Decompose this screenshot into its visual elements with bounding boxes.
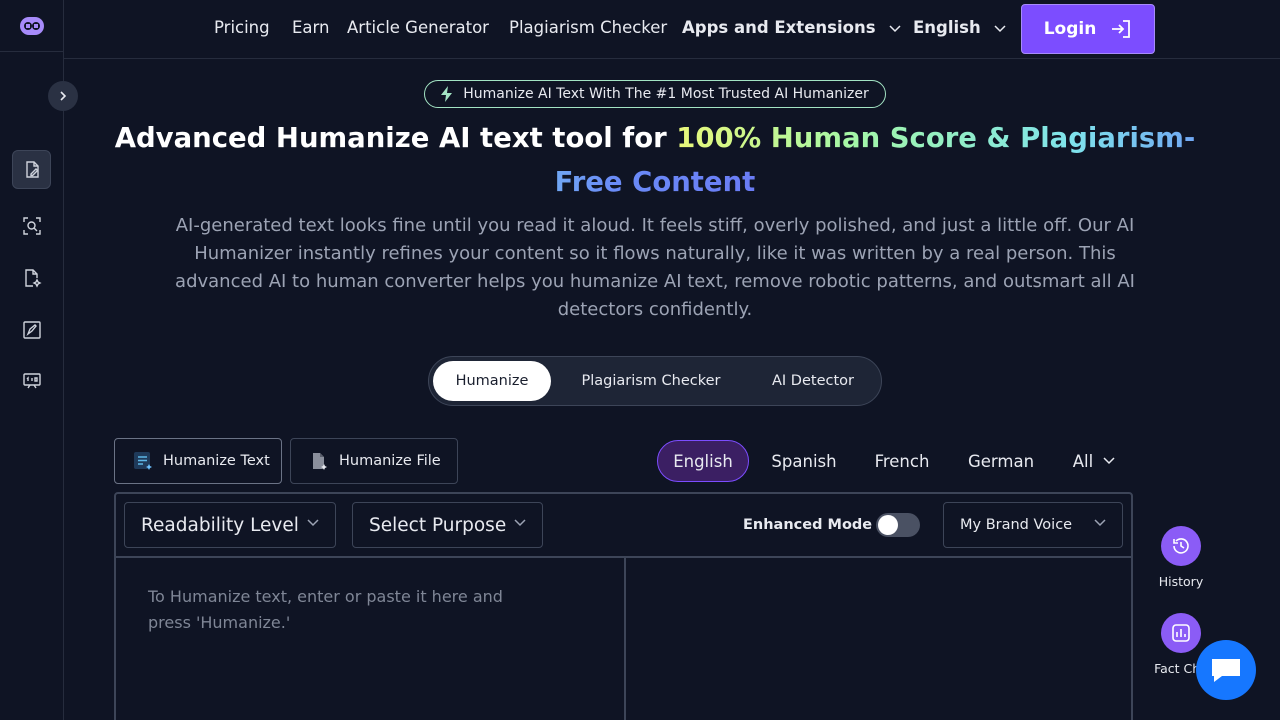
humanize-text-button[interactable]: Humanize Text [114,438,282,484]
lang-english[interactable]: English [657,440,749,482]
presentation-icon [22,372,41,388]
lang-german[interactable]: German [960,440,1042,482]
nav-article-generator[interactable]: Article Generator [347,18,489,37]
chevron-down-icon [307,519,319,527]
humanize-input[interactable] [116,558,624,720]
history-icon [1173,538,1189,554]
hero-title: Advanced Humanize AI text tool for 100% … [90,116,1220,204]
lang-all-dropdown[interactable]: All [1064,440,1124,482]
brand-voice-select[interactable]: My Brand Voice [943,502,1123,548]
file-sparkle-icon [24,268,42,288]
login-button[interactable]: Login [1021,4,1155,54]
editor-panel: Readability Level Select Purpose Enhance… [114,492,1133,720]
lightning-icon [441,86,453,102]
hero-badge: Humanize AI Text With The #1 Most Truste… [424,80,886,108]
chevron-right-icon [60,91,67,101]
sidebar-expand-button[interactable] [48,81,78,111]
logo-icon [20,16,44,35]
lang-all-label: All [1072,451,1094,471]
history-circle [1161,526,1201,566]
tab-ai-detector[interactable]: AI Detector [751,361,875,401]
chart-icon [1172,624,1190,642]
sidebar-tutor[interactable] [12,361,51,400]
lang-french[interactable]: French [866,440,938,482]
humanize-output [626,558,1131,720]
sidebar-ai-detector[interactable] [12,206,51,245]
logo[interactable] [0,0,64,52]
hero-description: AI-generated text looks fine until you r… [175,215,1135,320]
mode-tabs: Humanize Plagiarism Checker AI Detector [428,356,882,406]
top-navigation: Pricing Earn Article Generator Plagiaris… [64,0,1280,59]
toggle-knob [878,515,898,535]
tab-plagiarism-checker[interactable]: Plagiarism Checker [563,361,739,401]
document-edit-icon [25,160,39,178]
hero-badge-text: Humanize AI Text With The #1 Most Truste… [463,86,869,102]
humanize-file-label: Humanize File [339,453,441,469]
nav-language-label: English [913,18,981,37]
chevron-down-icon [1103,457,1115,465]
history-label: History [1158,574,1204,589]
nav-language-select[interactable]: English [913,18,1006,37]
file-upload-icon [313,453,327,470]
history-action[interactable]: History [1146,526,1216,589]
enhanced-mode-label: Enhanced Mode [743,517,873,533]
purpose-label: Select Purpose [369,514,507,536]
enhanced-mode-toggle[interactable] [876,513,920,537]
login-icon [1112,20,1131,38]
tab-humanize[interactable]: Humanize [433,361,551,401]
nav-apps-extensions[interactable]: Apps and Extensions [682,18,901,37]
text-doc-icon [134,452,152,470]
pen-nib-icon [22,320,41,339]
chevron-down-icon [514,519,526,527]
lang-spanish[interactable]: Spanish [764,440,844,482]
readability-level-select[interactable]: Readability Level [124,502,336,548]
chevron-down-icon [889,24,901,32]
hero-title-plain: Advanced Humanize AI text tool for [114,122,677,154]
sidebar-file-ai[interactable] [12,258,51,297]
humanize-text-label: Humanize Text [163,453,270,469]
brand-voice-label: My Brand Voice [960,517,1073,533]
chat-bubble-icon [1212,659,1240,682]
chat-button[interactable] [1196,640,1256,700]
nav-apps-label: Apps and Extensions [682,18,876,37]
chevron-down-icon [1094,519,1106,527]
readability-level-label: Readability Level [141,514,299,536]
nav-plagiarism-checker[interactable]: Plagiarism Checker [509,18,667,37]
chevron-down-icon [994,24,1006,32]
editor-toolbar: Readability Level Select Purpose Enhance… [116,494,1131,558]
login-label: Login [1043,19,1097,39]
scan-search-icon [22,216,41,235]
purpose-select[interactable]: Select Purpose [352,502,543,548]
sidebar-humanizer[interactable] [12,150,51,189]
nav-earn[interactable]: Earn [292,18,330,37]
sidebar-writer[interactable] [12,310,51,349]
fact-check-circle [1161,613,1201,653]
nav-pricing[interactable]: Pricing [214,18,270,37]
humanize-file-button[interactable]: Humanize File [290,438,458,484]
